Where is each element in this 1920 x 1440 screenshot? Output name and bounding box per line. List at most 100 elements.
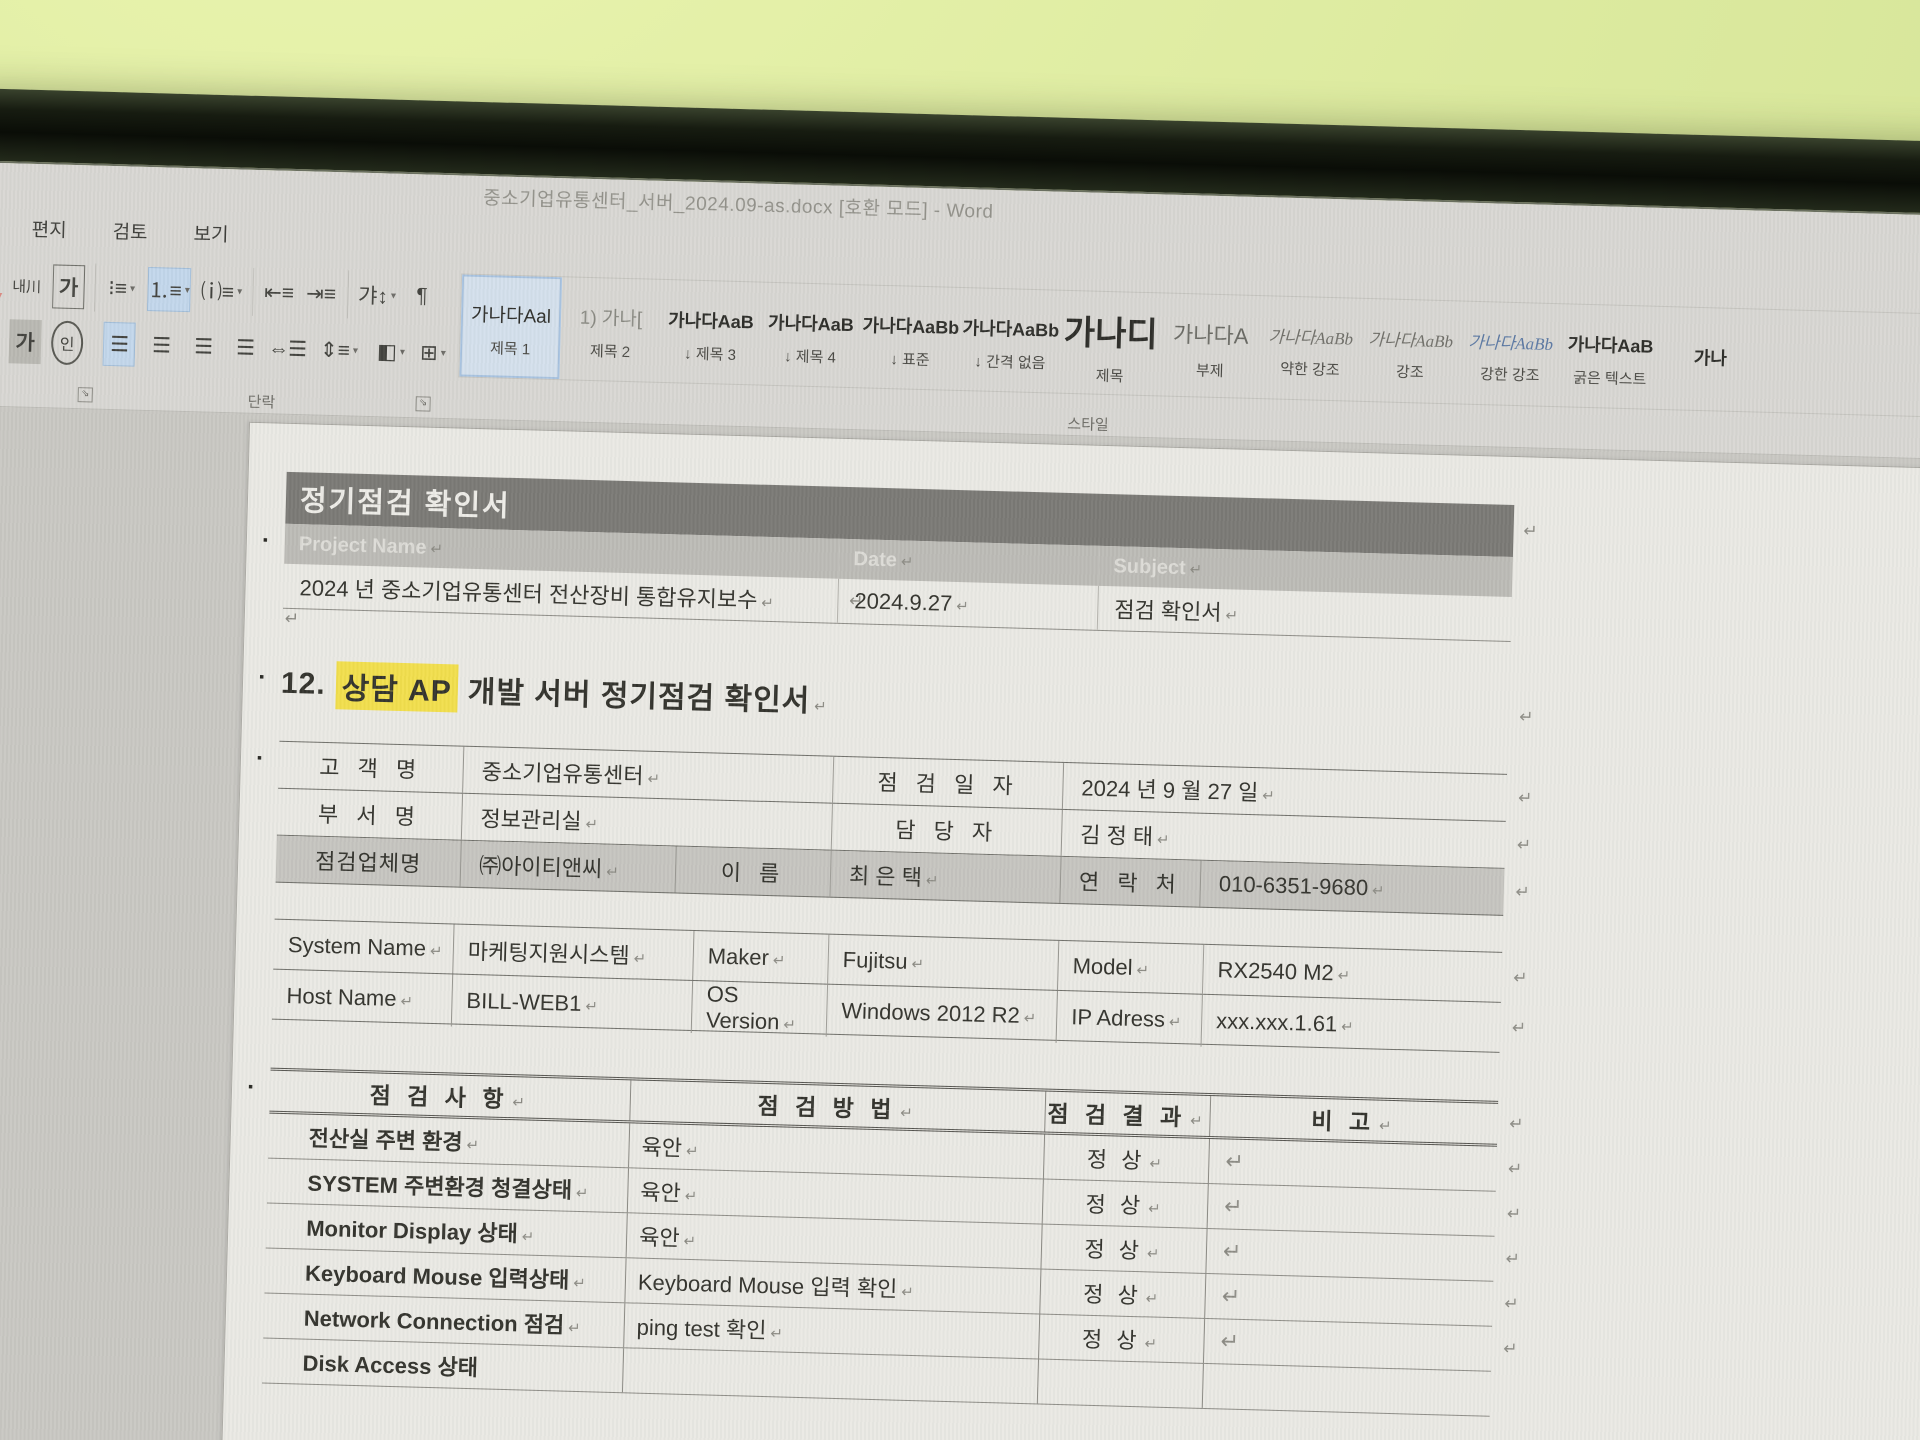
column-header: 점 검 결 과 xyxy=(1044,1092,1210,1136)
style-heading2[interactable]: 1) 가나[ 제목 2 xyxy=(559,277,662,382)
style-preview: 1) 가나[ xyxy=(579,303,642,332)
banner-title: 정기점검 확인서 xyxy=(299,477,511,525)
photo-of-monitor: 중소기업유통센터_서버_2024.09-as.docx [호환 모드] - Wo… xyxy=(0,0,1920,1440)
table-cell: 정 상 xyxy=(1043,1135,1209,1183)
style-label: ↓ 제목 3 xyxy=(684,342,736,364)
phonetic-guide-icon[interactable]: 내川 xyxy=(10,263,43,308)
table-cell: Disk Access 상태 xyxy=(262,1338,623,1392)
column-header: 비 고 xyxy=(1209,1096,1498,1144)
style-preview: 가나 xyxy=(1693,344,1727,371)
style-partial[interactable]: 가나 xyxy=(1659,307,1762,412)
table-cell: 고 객 명 xyxy=(278,742,464,793)
character-border-icon[interactable]: 가 xyxy=(52,264,85,309)
style-preview: 가나다AaB xyxy=(1567,330,1653,358)
style-preview: 가나다AaB xyxy=(668,306,754,334)
table-cell: Fujitsu xyxy=(828,935,1059,990)
style-label: ↓ 간격 없음 xyxy=(974,350,1046,373)
decrease-indent-icon[interactable]: ⇤≡ xyxy=(263,270,296,315)
style-intense-emphasis[interactable]: 가나다AaBb 강한 강조 xyxy=(1459,302,1562,407)
sort-icon[interactable]: 갸↕ xyxy=(358,273,397,318)
clear-formatting-icon[interactable]: 가 xyxy=(0,262,1,307)
text-highlight-icon[interactable]: 가 xyxy=(9,319,42,364)
monitor: 중소기업유통센터_서버_2024.09-as.docx [호환 모드] - Wo… xyxy=(0,88,1920,1440)
style-bold-text[interactable]: 가나다AaB 굵은 텍스트 xyxy=(1559,304,1662,409)
style-subtitle[interactable]: 가나다A 부제 xyxy=(1159,293,1262,398)
align-center-icon[interactable]: ☰ xyxy=(145,323,178,368)
style-label: ↓ 제목 4 xyxy=(784,345,836,367)
table-cell: 정 상 xyxy=(1042,1180,1208,1228)
table-cell xyxy=(1202,1364,1491,1416)
table-cell: RX2540 M2 xyxy=(1203,945,1502,1002)
paragraph-dialog-launcher-icon[interactable]: ⇘ xyxy=(415,396,430,411)
table-cell: Windows 2012 R2 xyxy=(827,985,1058,1043)
style-label: 제목 xyxy=(1096,365,1124,387)
table-cell: OS Version xyxy=(692,981,828,1037)
table-cell: ↵ xyxy=(1208,1139,1497,1191)
enclose-character-icon[interactable]: 인 xyxy=(51,320,84,365)
increase-indent-icon[interactable]: ⇥≡ xyxy=(305,271,338,316)
font-dialog-launcher-icon[interactable]: ⇘ xyxy=(78,387,93,402)
tab-mailings[interactable]: 편지 xyxy=(31,214,67,242)
multilevel-list-icon[interactable]: ⒤≡ xyxy=(200,268,242,313)
column-header: 점 검 방 법 xyxy=(629,1080,1045,1131)
table-cell: 이 름 xyxy=(675,847,831,897)
table-cell: IP Adress xyxy=(1057,991,1203,1047)
justify-icon[interactable]: ☰ xyxy=(228,325,261,370)
table-cell: ↵ xyxy=(1204,1274,1493,1326)
table-cell: 마케팅지원시스템 xyxy=(453,925,694,980)
table-cell: 2024.9.27 xyxy=(838,579,1099,630)
show-paragraph-marks-icon[interactable]: ¶ xyxy=(405,274,438,319)
table-cell: 부 서 명 xyxy=(277,789,463,840)
tab-view[interactable]: 보기 xyxy=(193,219,229,247)
highlighted-text: 상담 AP xyxy=(335,661,458,712)
bullet-list-icon[interactable]: ⁝≡ xyxy=(105,266,138,311)
table-cell: ㈜아이티앤씨 xyxy=(461,841,677,893)
divider xyxy=(92,320,93,368)
style-subtle-emphasis[interactable]: 가나다AaBb 약한 강조 xyxy=(1259,296,1362,401)
distribute-icon[interactable]: ⇔☰ xyxy=(270,326,303,371)
screen: 중소기업유통센터_서버_2024.09-as.docx [호환 모드] - Wo… xyxy=(0,162,1920,1440)
style-title[interactable]: 가나디 제목 xyxy=(1059,291,1162,396)
table-cell: 연 락 처 xyxy=(1060,857,1201,907)
table-cell: 최 은 택 xyxy=(830,851,1061,903)
table-cell: Maker xyxy=(693,931,829,984)
styles-group-label: 스타일 xyxy=(1067,413,1109,435)
style-normal[interactable]: 가나다AaBb ↓ 표준 xyxy=(859,285,962,390)
style-preview: 가나다AaBb xyxy=(1468,328,1553,355)
table-cell: xxx.xxx.1.61 xyxy=(1202,995,1501,1055)
style-preview: 가나다AaBb xyxy=(1368,325,1453,352)
column-header: Date xyxy=(839,539,1100,586)
style-no-spacing[interactable]: 가나다AaBb ↓ 간격 없음 xyxy=(959,288,1062,393)
system-table: System Name 마케팅지원시스템 Maker Fujitsu Model… xyxy=(272,919,1502,1053)
table-cell: ↵ xyxy=(1205,1229,1494,1281)
paragraph-group-label: 단락 xyxy=(247,391,275,413)
style-label: 부제 xyxy=(1196,359,1224,381)
align-right-icon[interactable]: ☰ xyxy=(187,324,220,369)
style-heading3[interactable]: 가나다AaB ↓ 제목 3 xyxy=(659,280,762,385)
numbered-list-icon[interactable]: ⒈≡ xyxy=(147,267,191,312)
line-spacing-icon[interactable]: ⇕≡ xyxy=(322,328,355,373)
table-cell: ↵ xyxy=(1207,1184,1496,1236)
document-page[interactable]: 정기점검 확인서 Project Name Date Subject 2024 … xyxy=(217,422,1920,1440)
table-cell xyxy=(1037,1359,1203,1407)
style-preview: 가나다Aal xyxy=(471,300,552,329)
table-cell: BILL-WEB1 xyxy=(452,975,693,1033)
style-preview: 가나다AaB xyxy=(768,308,854,336)
document-area: 정기점검 확인서 Project Name Date Subject 2024 … xyxy=(0,406,1920,1440)
align-left-icon[interactable]: ☰ xyxy=(103,322,136,367)
tab-review[interactable]: 검토 xyxy=(112,217,148,245)
table-cell: 정 상 xyxy=(1040,1225,1206,1273)
table-cell: System Name xyxy=(273,920,454,974)
style-emphasis[interactable]: 가나다AaBb 강조 xyxy=(1359,299,1462,404)
shading-icon[interactable]: ◧ xyxy=(374,329,407,374)
heading-number: 12. xyxy=(281,667,327,702)
style-heading1[interactable]: 가나다Aal 제목 1 xyxy=(459,274,562,379)
style-preview: 가나다AaBb xyxy=(862,311,959,340)
style-label: 제목 1 xyxy=(490,337,531,359)
table-cell: 점 검 일 자 xyxy=(833,757,1064,809)
style-preview: 가나다AaBb xyxy=(962,314,1059,343)
table-cell: 정 상 xyxy=(1039,1269,1205,1317)
inspection-table: 점 검 사 항 점 검 방 법 점 검 결 과 비 고 전산실 주변 환경 육안… xyxy=(262,1068,1498,1417)
style-heading4[interactable]: 가나다AaB ↓ 제목 4 xyxy=(759,283,862,388)
borders-icon[interactable]: ⊞ xyxy=(416,330,449,375)
